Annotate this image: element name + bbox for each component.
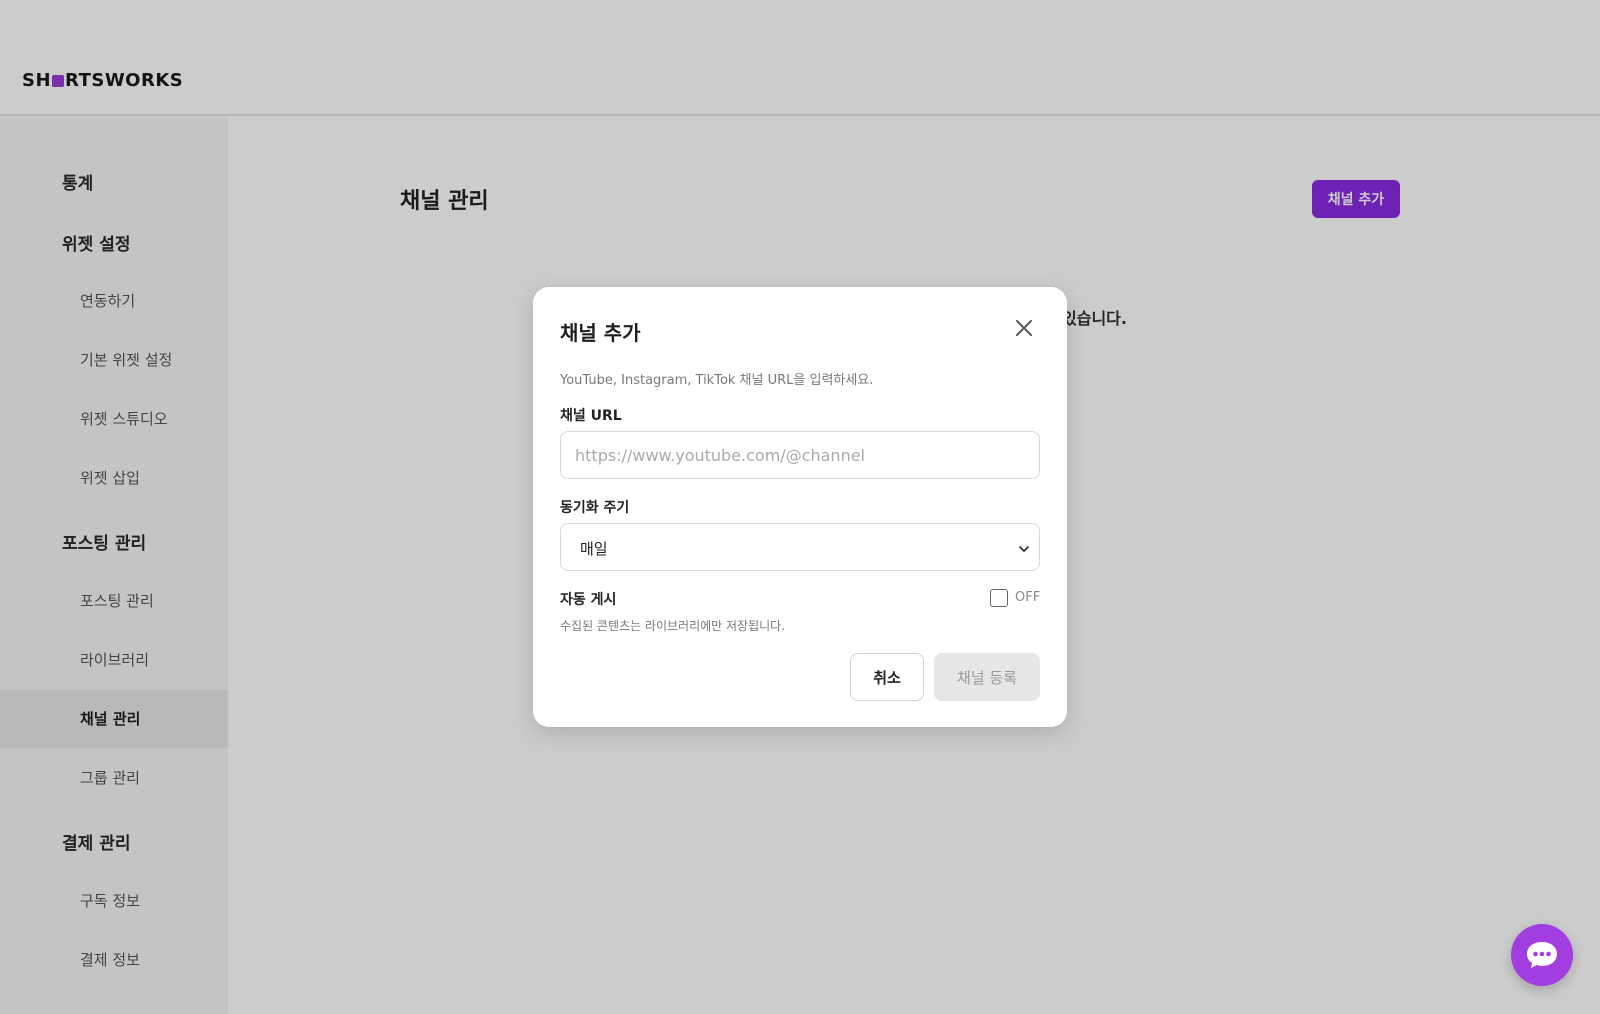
auto-post-helper: 수집된 콘텐츠는 라이브러리에만 저장됩니다.: [560, 619, 786, 633]
chevron-down-icon: [1017, 541, 1031, 555]
auto-post-checkbox[interactable]: [990, 589, 1008, 607]
sync-period-label: 동기화 주기: [560, 500, 630, 516]
add-channel-modal: 채널 추가 YouTube, Instagram, TikTok 채널 URL을…: [533, 287, 1067, 727]
close-icon[interactable]: [1011, 315, 1037, 341]
sync-period-value: 매일: [580, 540, 608, 558]
chat-button[interactable]: [1511, 924, 1573, 986]
cancel-button[interactable]: 취소: [850, 653, 924, 701]
chat-bubble-icon: [1527, 942, 1557, 968]
modal-description: YouTube, Instagram, TikTok 채널 URL을 입력하세요…: [560, 373, 874, 388]
sync-period-select[interactable]: 매일: [560, 523, 1040, 571]
modal-title: 채널 추가: [560, 321, 641, 345]
auto-post-state: OFF: [1015, 590, 1041, 605]
register-channel-button[interactable]: 채널 등록: [934, 653, 1040, 701]
channel-url-label: 채널 URL: [560, 408, 622, 424]
channel-url-input[interactable]: [560, 431, 1040, 479]
auto-post-label: 자동 게시: [560, 592, 617, 608]
